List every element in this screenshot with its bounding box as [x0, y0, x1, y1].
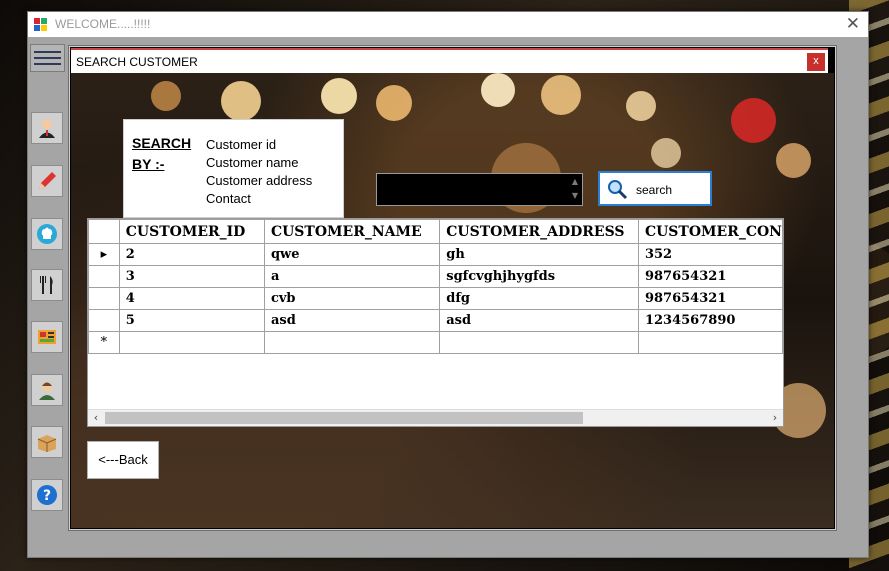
table-cell[interactable]: dfg [439, 287, 639, 310]
horizontal-scrollbar[interactable]: ‹ › [88, 409, 783, 426]
search-text-field[interactable] [377, 174, 575, 204]
search-by-panel: SEARCH BY :- Customer id Customer name C… [123, 119, 344, 218]
table-cell[interactable]: 4 [118, 287, 265, 310]
table-cell[interactable]: a [263, 265, 441, 288]
window-close-button[interactable]: ✕ [846, 14, 860, 34]
search-input[interactable]: ▲ ▼ [376, 173, 583, 206]
table-cell[interactable]: asd [263, 309, 441, 332]
box-icon[interactable] [31, 426, 63, 458]
row-header[interactable] [88, 309, 120, 332]
table-row[interactable]: ▸ 2 qwe gh 352 [88, 243, 783, 266]
column-header-customer-contact[interactable]: CUSTOMER_CON [637, 219, 783, 244]
search-by-label: SEARCH BY :- [132, 135, 192, 172]
row-header[interactable] [88, 287, 120, 310]
table-cell[interactable]: 2 [118, 243, 265, 266]
current-row-marker[interactable]: ▸ [88, 243, 120, 266]
chevron-right-icon[interactable]: › [767, 410, 783, 426]
table-cell[interactable]: gh [439, 243, 639, 266]
table-cell[interactable] [263, 331, 441, 354]
column-header-customer-address[interactable]: CUSTOMER_ADDRESS [439, 219, 639, 244]
table-cell[interactable]: 352 [637, 243, 783, 266]
search-by-options: Customer id Customer name Customer addre… [206, 136, 312, 208]
table-row[interactable]: 3 a sgfcvghjhygfds 987654321 [88, 265, 783, 288]
table-cell[interactable] [439, 331, 639, 354]
hamburger-menu-icon[interactable] [30, 44, 65, 72]
chef-hat-icon[interactable] [31, 218, 63, 250]
chevron-left-icon[interactable]: ‹ [88, 410, 104, 426]
option-customer-name[interactable]: Customer name [206, 154, 312, 172]
column-header-customer-name[interactable]: CUSTOMER_NAME [263, 219, 441, 244]
svg-text:?: ? [43, 488, 51, 504]
app-icon [34, 18, 47, 31]
table-cell[interactable]: cvb [263, 287, 441, 310]
scrollbar-thumb[interactable] [105, 412, 583, 424]
search-button[interactable]: search [598, 171, 712, 206]
customer-table: CUSTOMER_ID CUSTOMER_NAME CUSTOMER_ADDRE… [88, 219, 783, 354]
window-bottom-margin [66, 530, 836, 557]
window-title: WELCOME.....!!!!! [55, 17, 151, 31]
new-row[interactable]: * [88, 331, 783, 354]
back-button[interactable]: <---Back [87, 441, 159, 479]
staff-icon[interactable] [31, 374, 63, 406]
search-input-spinner[interactable]: ▲ ▼ [569, 175, 581, 204]
window-right-margin [836, 37, 868, 557]
table-cell[interactable]: 5 [118, 309, 265, 332]
table-row[interactable]: 4 cvb dfg 987654321 [88, 287, 783, 310]
table-cell[interactable]: 987654321 [637, 287, 783, 310]
magnifier-icon [608, 180, 628, 200]
table-cell[interactable]: sgfcvghjhygfds [439, 265, 639, 288]
chevron-down-icon[interactable]: ▼ [569, 189, 581, 203]
table-header-row: CUSTOMER_ID CUSTOMER_NAME CUSTOMER_ADDRE… [88, 219, 783, 244]
column-header-customer-id[interactable]: CUSTOMER_ID [118, 219, 265, 244]
new-row-marker[interactable]: * [88, 331, 120, 354]
table-row[interactable]: 5 asd asd 1234567890 [88, 309, 783, 332]
table-cell[interactable]: qwe [263, 243, 441, 266]
customer-icon[interactable] [31, 112, 63, 144]
customer-grid[interactable]: CUSTOMER_ID CUSTOMER_NAME CUSTOMER_ADDRE… [87, 218, 784, 427]
option-customer-address[interactable]: Customer address [206, 172, 312, 190]
table-cell[interactable] [118, 331, 265, 354]
table-cell[interactable] [637, 331, 783, 354]
menu-card-icon[interactable] [31, 321, 63, 353]
pencil-icon[interactable] [31, 165, 63, 197]
sidebar: ? [28, 37, 66, 557]
option-contact[interactable]: Contact [206, 190, 312, 208]
window-titlebar: WELCOME.....!!!!! ✕ [28, 12, 868, 37]
dialog-titlebar: SEARCH CUSTOMER x [71, 48, 828, 75]
table-cell[interactable]: 1234567890 [637, 309, 783, 332]
search-button-label: search [636, 183, 673, 197]
help-icon[interactable]: ? [31, 479, 63, 511]
table-cell[interactable]: 987654321 [637, 265, 783, 288]
option-customer-id[interactable]: Customer id [206, 136, 312, 154]
row-header[interactable] [88, 265, 120, 288]
dialog-close-button[interactable]: x [807, 53, 825, 71]
dialog-title: SEARCH CUSTOMER [76, 55, 198, 69]
fork-knife-icon[interactable] [31, 269, 63, 301]
row-header-corner [88, 219, 120, 244]
table-cell[interactable]: 3 [118, 265, 265, 288]
main-window: WELCOME.....!!!!! ✕ ? SEARCH CUSTOMER x … [27, 11, 869, 558]
table-cell[interactable]: asd [439, 309, 639, 332]
chevron-up-icon[interactable]: ▲ [569, 175, 581, 189]
search-customer-dialog: SEARCH CUSTOMER x SEARCH BY :- Customer … [68, 45, 837, 531]
